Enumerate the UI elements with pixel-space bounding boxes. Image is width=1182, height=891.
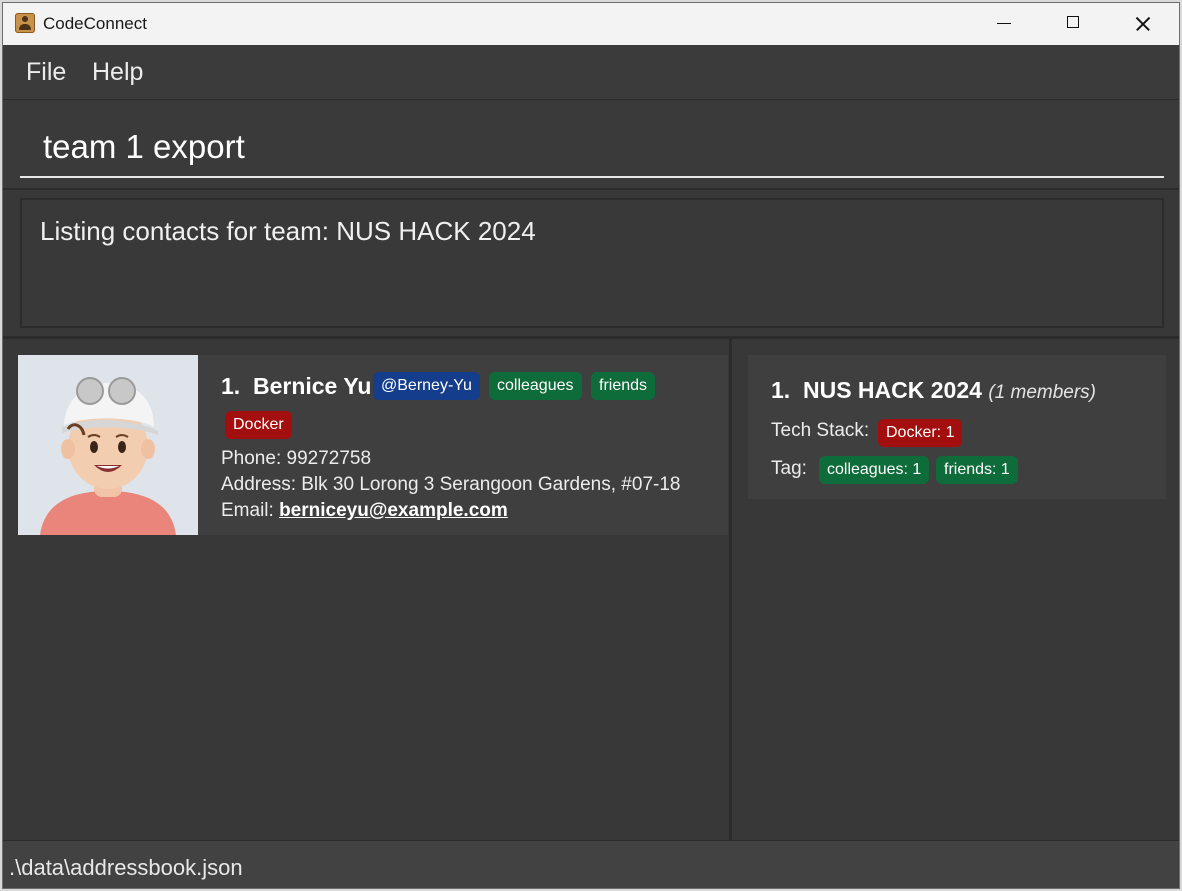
command-box <box>3 100 1179 190</box>
status-bar: .\data\addressbook.json <box>3 840 1179 888</box>
tag-badge: friends <box>591 372 656 400</box>
tag-badge: colleagues <box>489 372 582 400</box>
menu-help[interactable]: Help <box>92 58 143 87</box>
tag-label: Tag: <box>771 458 807 479</box>
team-card[interactable]: 1. NUS HACK 2024 (1 members) Tech Stack:… <box>748 355 1166 499</box>
github-badge: @Berney-Yu <box>373 372 480 400</box>
person-phone: Phone: 99272758 <box>221 448 372 469</box>
team-tech-stack-badge: Docker: 1 <box>878 419 963 447</box>
team-list-panel: 1. NUS HACK 2024 (1 members) Tech Stack:… <box>732 339 1179 840</box>
person-email-link[interactable]: berniceyu@example.com <box>279 500 508 521</box>
person-name-row: 1. Bernice Yu <box>221 373 371 400</box>
command-input[interactable] <box>20 100 1164 178</box>
person-name: Bernice Yu <box>252 373 372 399</box>
title-bar[interactable]: CodeConnect <box>3 3 1179 45</box>
menu-bar: File Help <box>3 45 1179 100</box>
team-member-count: (1 members) <box>988 382 1096 403</box>
team-name: NUS HACK 2024 <box>802 377 982 403</box>
team-index: 1. <box>771 377 791 403</box>
team-tag-badge: colleagues: 1 <box>819 456 930 484</box>
window-title: CodeConnect <box>43 14 147 33</box>
person-address: Address: Blk 30 Lorong 3 Serangoon Garde… <box>221 474 681 495</box>
result-message: Listing contacts for team: NUS HACK 2024 <box>40 216 536 246</box>
contact-card-icon <box>15 13 35 33</box>
minimize-icon[interactable] <box>981 3 1027 45</box>
team-name-row: 1. NUS HACK 2024 (1 members) <box>771 377 1096 404</box>
person-list-panel: 1. Bernice Yu @Berney-Yu colleagues frie… <box>3 339 732 840</box>
tech-stack-label: Tech Stack: <box>771 420 870 441</box>
close-icon[interactable] <box>1121 3 1167 45</box>
person-email-row: Email: berniceyu@example.com <box>221 500 508 522</box>
result-display: Listing contacts for team: NUS HACK 2024 <box>20 198 1164 328</box>
person-card[interactable]: 1. Bernice Yu @Berney-Yu colleagues frie… <box>18 355 728 535</box>
status-file-path: .\data\addressbook.json <box>9 855 243 880</box>
app-window: CodeConnect File Help Listing contacts f… <box>2 2 1180 889</box>
team-tag-badge: friends: 1 <box>936 456 1018 484</box>
avatar <box>18 355 198 535</box>
tech-stack-badge: Docker <box>225 411 292 439</box>
maximize-icon[interactable] <box>1051 3 1097 45</box>
avatar-image <box>18 355 198 535</box>
menu-file[interactable]: File <box>26 58 66 87</box>
person-email-label: Email: <box>221 500 280 521</box>
person-index: 1. <box>221 373 241 399</box>
